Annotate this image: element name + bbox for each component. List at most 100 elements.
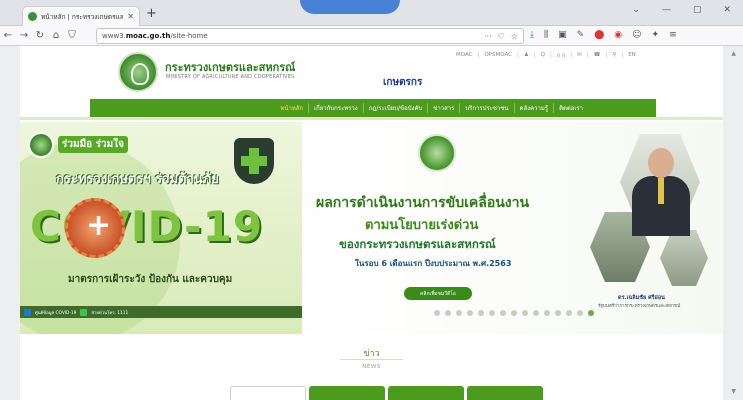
browser-tab[interactable]: หน้าหลัก | กระทรวงเกษตรและสหกรณ์ ✕ <box>22 6 140 26</box>
hero-ministry-logo-icon <box>418 134 456 172</box>
facebook-icon[interactable] <box>24 308 31 316</box>
watch-video-button[interactable]: คลิกเพื่อชมวีดีโอ <box>404 287 472 300</box>
covid-together-label: ร่วมมือ ร่วมใจ <box>58 136 128 153</box>
search-icon[interactable]: Q <box>541 52 545 60</box>
medical-shield-icon <box>234 138 274 184</box>
carousel-dot[interactable] <box>533 310 539 316</box>
carousel-dot-active[interactable] <box>588 310 594 316</box>
main-menu: หน้าหลัก เกี่ยวกับกระทรวง กฎ/ระเบียบ/ข้อ… <box>90 99 656 117</box>
carousel-dot[interactable] <box>511 310 517 316</box>
kaset-brand-logo[interactable]: เกษตรกร <box>383 75 422 90</box>
menu-item-news[interactable]: ข่าวสาร <box>427 103 459 113</box>
carousel-dot[interactable] <box>577 310 583 316</box>
library-icon[interactable]: ⫼ <box>544 30 548 40</box>
tab-title: หน้าหลัก | กระทรวงเกษตรและสหกรณ์ <box>41 12 124 21</box>
pen-extension-icon[interactable]: ✎ <box>577 30 585 40</box>
covid-footer: ศูนย์ข้อมูล COVID-19 สายด่วนโทร. 1111 <box>20 306 302 318</box>
scroll-down-icon[interactable]: ▼ <box>731 388 736 395</box>
language-en-link[interactable]: EN <box>628 52 636 60</box>
carousel-dot[interactable] <box>489 310 495 316</box>
carousel-dot[interactable] <box>566 310 572 316</box>
news-divider <box>340 359 403 360</box>
page-scrollbar[interactable] <box>723 46 743 400</box>
carousel-dot[interactable] <box>500 310 506 316</box>
pocket-icon[interactable]: ♡ <box>498 32 505 41</box>
sidebar-icon[interactable]: ▣ <box>558 30 567 40</box>
accessibility-icon[interactable]: ♟ <box>524 52 529 60</box>
menu-item-about[interactable]: เกี่ยวกับกระทรวง <box>308 103 363 113</box>
hero-headline-2: ตามนโยบายเร่งด่วน <box>365 218 479 233</box>
menu-item-home[interactable]: หน้าหลัก <box>275 103 308 113</box>
carousel-dot[interactable] <box>445 310 451 316</box>
home-icon[interactable]: ⌂ <box>48 30 64 41</box>
maximize-icon[interactable]: ▢ <box>693 5 702 15</box>
tab-list-icon[interactable]: ⌄ <box>632 5 640 15</box>
hero-subline: ในรอบ 6 เดือนแรก ปีงบประมาณ พ.ศ.2563 <box>355 259 512 268</box>
bookmark-star-icon[interactable]: ☆ <box>511 32 518 41</box>
carousel-dot[interactable] <box>555 310 561 316</box>
shield-icon[interactable]: ⛉ <box>64 30 80 41</box>
menu-item-contact[interactable]: ติดต่อเรา <box>553 103 588 113</box>
link-moac[interactable]: MOAC <box>456 52 472 60</box>
forward-icon[interactable]: → <box>16 30 32 41</box>
carousel-dot[interactable] <box>434 310 440 316</box>
close-window-icon[interactable]: ✕ <box>723 5 731 15</box>
reload-icon[interactable]: ↻ <box>32 30 48 41</box>
news-tab[interactable] <box>230 386 306 400</box>
scroll-up-icon[interactable]: ▲ <box>731 50 736 57</box>
carousel-dot[interactable] <box>522 310 528 316</box>
carousel-dots <box>434 310 594 316</box>
minister-role: รัฐมนตรีว่าการกระทรวงเกษตรและสหกรณ์ <box>598 304 681 309</box>
photo-hexagon <box>660 230 708 286</box>
news-tab[interactable] <box>467 386 543 400</box>
window-controls: ⌄ — ▢ ✕ <box>632 5 731 15</box>
menu-item-knowledge[interactable]: คลังความรู้ <box>513 103 554 113</box>
covid-footer-line: สายด่วนโทร. 1111 <box>91 310 129 316</box>
page-gutter <box>0 46 20 400</box>
phone-icon[interactable]: ☎ <box>594 52 601 60</box>
page-actions-icon[interactable]: ··· <box>484 32 492 41</box>
news-tab[interactable] <box>388 386 464 400</box>
browser-toolbar: ⤓ ⫼ ▣ ✎ ⬤ ◉ ☺ ✦ ≡ <box>530 30 677 40</box>
adblock-extension-icon[interactable]: ⬤ <box>594 30 604 40</box>
line-icon[interactable] <box>80 308 88 316</box>
url-bar[interactable]: www3.moac.go.th/site-home ··· ♡ ☆ <box>96 28 524 44</box>
minimize-icon[interactable]: — <box>662 5 671 15</box>
carousel-dot[interactable] <box>456 310 462 316</box>
virus-icon <box>65 198 125 258</box>
mail-icon[interactable]: ✉ <box>577 52 582 60</box>
new-tab-button[interactable]: + <box>146 6 157 21</box>
location-icon[interactable]: ⚲ <box>612 52 616 60</box>
url-text[interactable]: www3.moac.go.th/site-home <box>102 32 479 40</box>
policy-banner[interactable]: ผลการดำเนินงานการขับเคลื่อนงาน ตามนโยบาย… <box>302 122 723 334</box>
carousel-dot[interactable] <box>478 310 484 316</box>
decorative-overlay <box>300 0 400 14</box>
close-tab-icon[interactable]: ✕ <box>127 12 134 21</box>
hero-banner[interactable]: ร่วมมือ ร่วมใจ กระทรวงเกษตรฯ ร่วมต้านภัย… <box>20 122 723 334</box>
ministry-logo-icon[interactable] <box>118 52 158 92</box>
account-icon[interactable]: ☺ <box>632 30 641 40</box>
news-tabs <box>230 386 543 400</box>
menu-divider <box>20 117 723 120</box>
hero-headline-1: ผลการดำเนินงานการขับเคลื่อนงาน <box>316 195 530 211</box>
ministry-name-en: MINISTRY OF AGRICULTURE AND COOPERATIVES <box>166 74 295 80</box>
menu-item-services[interactable]: บริการประชาชน <box>459 103 513 113</box>
minister-photo <box>630 142 692 236</box>
news-section-subtitle: NEWS <box>362 364 381 370</box>
back-icon[interactable]: ← <box>0 30 16 41</box>
menu-icon[interactable]: ≡ <box>669 30 677 40</box>
covid-subtitle: มาตรการเฝ้าระวัง ป้องกัน และควบคุม <box>68 274 233 285</box>
browser-nav-bar: ← → ↻ ⌂ ⛉ www3.moac.go.th/site-home ··· … <box>0 26 743 46</box>
download-icon[interactable]: ⤓ <box>530 30 534 40</box>
covid-banner[interactable]: ร่วมมือ ร่วมใจ กระทรวงเกษตรฯ ร่วมต้านภัย… <box>20 122 302 334</box>
covid-ministry-logo-icon <box>28 132 54 158</box>
covid-footer-center[interactable]: ศูนย์ข้อมูล COVID-19 <box>35 309 76 316</box>
carousel-dot[interactable] <box>467 310 473 316</box>
carousel-dot[interactable] <box>544 310 550 316</box>
addons-icon[interactable]: ✦ <box>652 30 660 40</box>
news-tab[interactable] <box>309 386 385 400</box>
font-size-icon[interactable]: ก ก <box>557 52 565 60</box>
menu-item-regulations[interactable]: กฎ/ระเบียบ/ข้อบังคับ <box>362 103 428 113</box>
extension-icon[interactable]: ◉ <box>614 30 622 40</box>
link-opsmoac[interactable]: OPSMOAC <box>484 52 512 60</box>
